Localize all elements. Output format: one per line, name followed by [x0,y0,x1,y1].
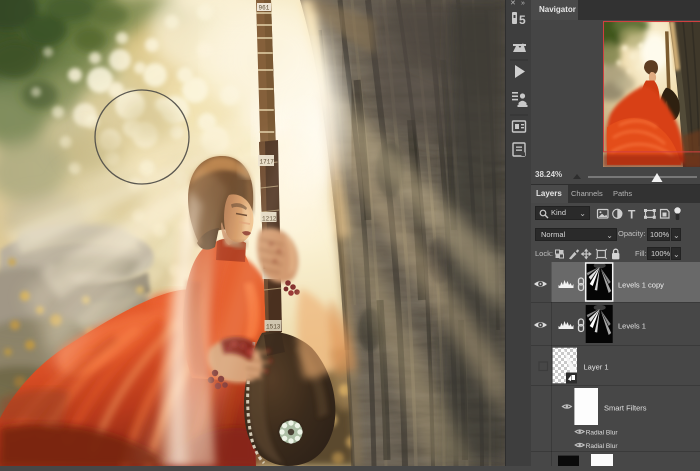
svg-text:Levels 1: Levels 1 [618,322,646,331]
svg-text:Smart Filters: Smart Filters [604,404,647,413]
svg-text:✕: ✕ [510,0,516,7]
svg-text:Levels 1 copy: Levels 1 copy [618,281,664,290]
svg-text:»: » [521,0,525,7]
svg-text:Radial Blur: Radial Blur [586,430,619,437]
svg-text:5: 5 [519,13,526,27]
svg-text:Radial Blur: Radial Blur [586,443,619,450]
svg-text:Layer 1: Layer 1 [584,363,609,372]
svg-text:T: T [628,208,636,222]
